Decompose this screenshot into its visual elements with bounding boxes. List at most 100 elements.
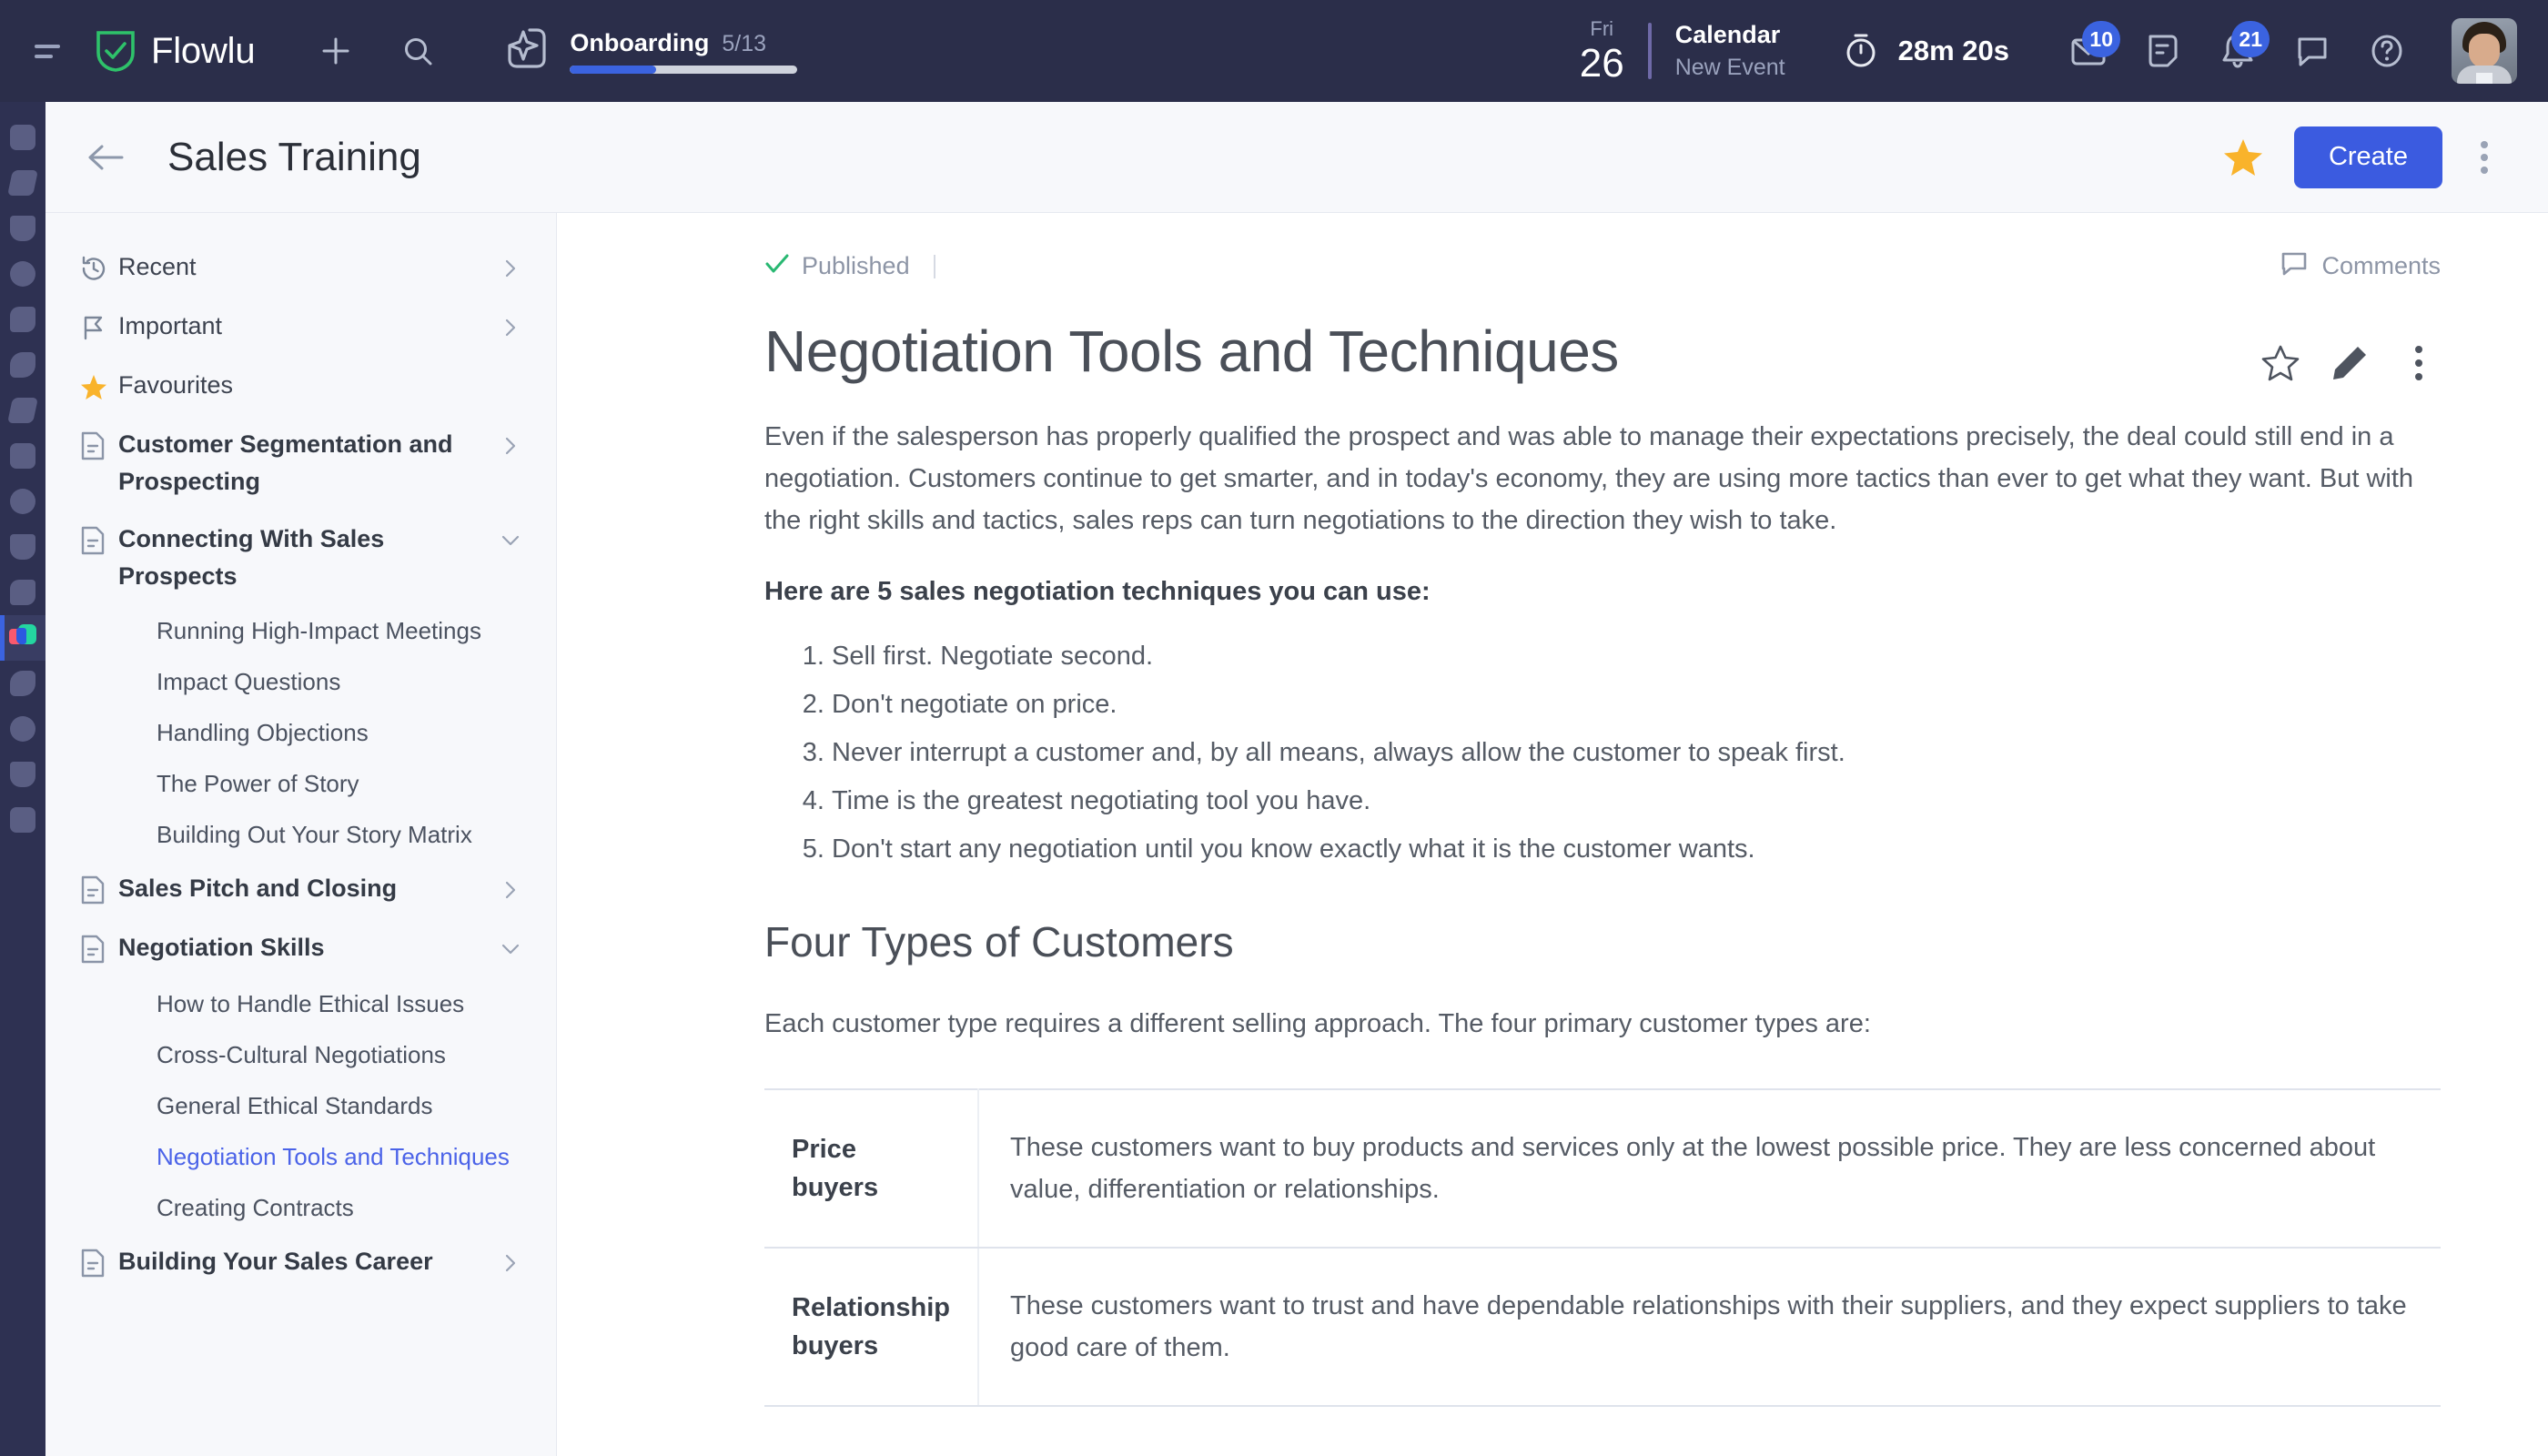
list-item: Never interrupt a customer and, by all m… bbox=[832, 729, 2441, 777]
app-icon bbox=[7, 398, 38, 423]
rail-item-10[interactable] bbox=[0, 524, 46, 570]
timer-value: 28m 20s bbox=[1897, 35, 2009, 66]
mail-icon[interactable]: 10 bbox=[2060, 21, 2120, 79]
sidebar-subitem-active[interactable]: Negotiation Tools and Techniques bbox=[46, 1131, 556, 1182]
mail-badge: 10 bbox=[2082, 21, 2120, 57]
back-arrow-icon[interactable] bbox=[80, 132, 131, 183]
brand-logo[interactable]: Flowlu bbox=[95, 29, 256, 73]
calendar-title: Calendar bbox=[1674, 21, 1781, 48]
onboarding-progress-fill bbox=[570, 65, 657, 74]
rail-item-1[interactable] bbox=[0, 115, 46, 160]
section-heading: Four Types of Customers bbox=[764, 918, 1234, 966]
rail-item-11[interactable] bbox=[0, 570, 46, 615]
sidebar-item-label: Important bbox=[118, 312, 223, 339]
sidebar-subitem[interactable]: Running High-Impact Meetings bbox=[46, 605, 556, 656]
chat-icon[interactable] bbox=[2284, 23, 2341, 79]
rail-item-6[interactable] bbox=[0, 342, 46, 388]
rail-item-knowledge-base[interactable] bbox=[0, 615, 46, 661]
rail-item-4[interactable] bbox=[0, 251, 46, 297]
document-icon bbox=[80, 1244, 118, 1282]
timer-widget[interactable]: 28m 20s bbox=[1842, 28, 2009, 75]
edit-pencil-icon[interactable] bbox=[2328, 341, 2371, 385]
article-status-row: Published Comments bbox=[764, 251, 2441, 281]
stopwatch-icon bbox=[1842, 28, 1880, 75]
sidebar-subitem[interactable]: Building Out Your Story Matrix bbox=[46, 809, 556, 860]
onboarding-widget[interactable]: Onboarding 5/13 bbox=[506, 26, 798, 76]
avatar[interactable] bbox=[2452, 18, 2517, 84]
rail-item-5[interactable] bbox=[0, 297, 46, 342]
app-icon bbox=[10, 671, 35, 696]
onboarding-sparkle-icon bbox=[506, 26, 548, 76]
favourite-star-icon[interactable] bbox=[2216, 130, 2270, 185]
document-icon bbox=[80, 427, 118, 465]
sidebar-subitem[interactable]: Creating Contracts bbox=[46, 1182, 556, 1233]
document-icon bbox=[80, 521, 118, 560]
knowledge-base-icon bbox=[9, 624, 36, 652]
list-item: Don't start any negotiation until you kn… bbox=[832, 825, 2441, 874]
sidebar-subitem[interactable]: Handling Objections bbox=[46, 707, 556, 758]
help-icon[interactable] bbox=[2359, 23, 2415, 79]
sidebar-item-label: Customer Segmentation and Prospecting bbox=[118, 430, 453, 495]
sidebar-subitem[interactable]: Cross-Cultural Negotiations bbox=[46, 1029, 556, 1080]
chevron-right-icon bbox=[496, 308, 525, 347]
create-button[interactable]: Create bbox=[2293, 126, 2442, 188]
calendar-widget[interactable]: Fri 26 Calendar New Event bbox=[1580, 18, 1785, 84]
chevron-none bbox=[496, 368, 525, 406]
rail-item-7[interactable] bbox=[0, 388, 46, 433]
sidebar-item-negotiation-skills[interactable]: Negotiation Skills bbox=[46, 919, 556, 978]
search-icon[interactable] bbox=[389, 23, 446, 79]
rail-item-14[interactable] bbox=[0, 706, 46, 752]
app-icon-rail bbox=[0, 102, 46, 1456]
chevron-down-icon[interactable] bbox=[496, 521, 525, 560]
article-title: Negotiation Tools and Techniques bbox=[764, 318, 1619, 384]
sidebar-item-label: Favourites bbox=[118, 371, 234, 399]
sidebar-item-recent[interactable]: Recent bbox=[46, 238, 556, 298]
chevron-right-icon[interactable] bbox=[496, 1244, 525, 1282]
sidebar-item-important[interactable]: Important bbox=[46, 298, 556, 357]
app-icon bbox=[10, 489, 35, 514]
hamburger-menu-icon[interactable] bbox=[27, 31, 67, 71]
bell-badge: 21 bbox=[2231, 21, 2270, 57]
bell-icon[interactable]: 21 bbox=[2209, 21, 2270, 79]
sidebar-item-customer-segmentation[interactable]: Customer Segmentation and Prospecting bbox=[46, 416, 556, 511]
sidebar-item-building-your-sales-career[interactable]: Building Your Sales Career bbox=[46, 1233, 556, 1292]
techniques-list: Sell first. Negotiate second. Don't nego… bbox=[764, 632, 2441, 874]
article-intro: Even if the salesperson has properly qua… bbox=[764, 422, 2414, 535]
rail-item-2[interactable] bbox=[0, 160, 46, 206]
sidebar-item-label: Building Your Sales Career bbox=[118, 1248, 433, 1275]
sidebar-subitem[interactable]: The Power of Story bbox=[46, 758, 556, 809]
rail-item-13[interactable] bbox=[0, 661, 46, 706]
article-favourite-icon[interactable] bbox=[2259, 341, 2302, 385]
rail-item-8[interactable] bbox=[0, 433, 46, 479]
star-icon bbox=[80, 368, 118, 406]
sidebar-subitem[interactable]: How to Handle Ethical Issues bbox=[46, 978, 556, 1029]
page-more-options-icon[interactable] bbox=[2457, 130, 2512, 185]
chevron-right-icon bbox=[496, 249, 525, 288]
sidebar-item-sales-pitch-and-closing[interactable]: Sales Pitch and Closing bbox=[46, 860, 556, 919]
chevron-right-icon[interactable] bbox=[496, 871, 525, 909]
rail-item-16[interactable] bbox=[0, 797, 46, 843]
onboarding-label: Onboarding bbox=[570, 28, 710, 56]
add-icon[interactable] bbox=[308, 23, 364, 79]
document-icon bbox=[80, 871, 118, 909]
comment-icon bbox=[2280, 251, 2308, 281]
date-block: Fri 26 bbox=[1580, 18, 1624, 84]
app-icon bbox=[10, 216, 35, 241]
sidebar-subitem[interactable]: Impact Questions bbox=[46, 656, 556, 707]
document-icon bbox=[80, 930, 118, 968]
rail-item-3[interactable] bbox=[0, 206, 46, 251]
chevron-down-icon[interactable] bbox=[496, 930, 525, 968]
chevron-right-icon[interactable] bbox=[496, 427, 525, 465]
top-bar: Flowlu Onboarding 5/13 Fri 26 Calendar N… bbox=[0, 0, 2548, 102]
sidebar-item-connecting-with-sales-prospects[interactable]: Connecting With Sales Prospects bbox=[46, 511, 556, 605]
sidebar-item-label: Recent bbox=[118, 253, 197, 280]
rail-item-15[interactable] bbox=[0, 752, 46, 797]
sidebar-subitem[interactable]: General Ethical Standards bbox=[46, 1080, 556, 1131]
article-more-options-icon[interactable] bbox=[2397, 341, 2441, 385]
onboarding-progress-bar bbox=[570, 65, 798, 74]
comments-button[interactable]: Comments bbox=[2280, 251, 2441, 281]
notes-icon[interactable] bbox=[2135, 23, 2191, 79]
section-intro: Each customer type requires a different … bbox=[764, 1009, 1871, 1038]
rail-item-9[interactable] bbox=[0, 479, 46, 524]
sidebar-item-favourites[interactable]: Favourites bbox=[46, 357, 556, 416]
